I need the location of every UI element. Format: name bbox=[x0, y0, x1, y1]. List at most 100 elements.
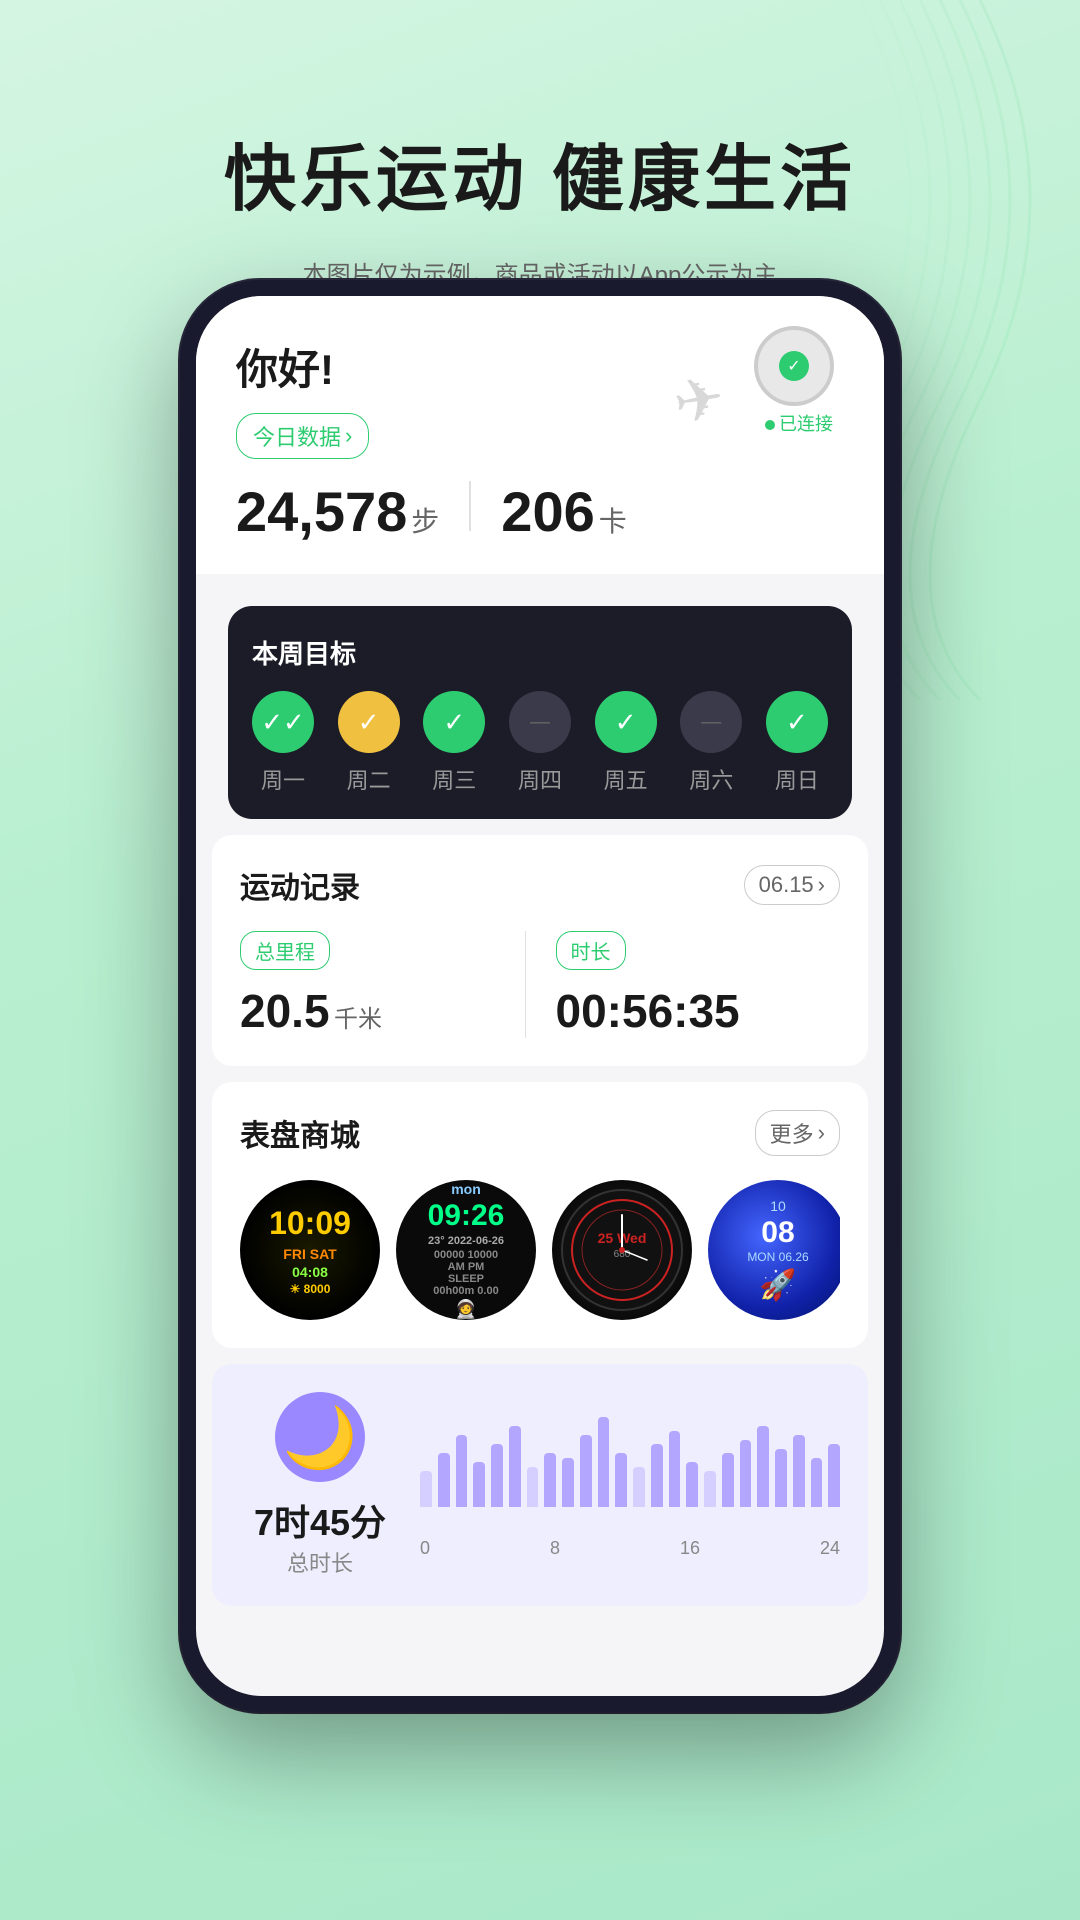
x-label-16: 16 bbox=[680, 1538, 700, 1559]
watch-face-1[interactable]: 10:09 FRI SAT 04:08 ☀ 8000 bbox=[240, 1180, 380, 1320]
day-circle-wed: ✓ bbox=[423, 691, 485, 753]
sleep-hours: 7 bbox=[254, 1502, 274, 1543]
sleep-x-labels: 0 8 16 24 bbox=[420, 1538, 840, 1559]
sleep-bar-4 bbox=[491, 1444, 503, 1507]
day-item-thu: — 周四 bbox=[509, 691, 571, 795]
sleep-bar-17 bbox=[722, 1453, 734, 1507]
sleep-bar-9 bbox=[580, 1435, 592, 1507]
watch-face-3-content: 25 Wed 680 bbox=[552, 1180, 692, 1320]
duration-tag: 时长 bbox=[556, 931, 626, 970]
store-header: 表盘商城 更多 › bbox=[240, 1110, 840, 1156]
sleep-bar-10 bbox=[598, 1417, 610, 1507]
steps-count: 24,578 bbox=[236, 479, 407, 544]
screen-content: 你好! ✈ ✓ 已连接 bbox=[196, 296, 884, 1606]
duration-stat: 时长 00:56:35 bbox=[526, 931, 841, 1038]
sleep-bar-21 bbox=[793, 1435, 805, 1507]
stats-row: 24,578 步 206 卡 bbox=[236, 479, 844, 544]
day-item-mon: ✓ 周一 bbox=[252, 691, 314, 795]
sleep-bar-14 bbox=[669, 1431, 681, 1508]
today-btn-label: 今日数据 bbox=[253, 420, 341, 452]
x-label-0: 0 bbox=[420, 1538, 430, 1559]
sleep-bar-23 bbox=[828, 1444, 840, 1507]
distance-unit: 千米 bbox=[334, 1006, 382, 1033]
calories-stat: 206 卡 bbox=[501, 479, 626, 544]
connected-label: 已连接 bbox=[754, 410, 844, 436]
days-row: ✓ 周一 ✓ 周二 bbox=[252, 691, 828, 795]
sleep-bar-15 bbox=[686, 1462, 698, 1507]
day-circle-mon: ✓ bbox=[252, 691, 314, 753]
weekly-title: 本周目标 bbox=[252, 634, 828, 671]
more-button[interactable]: 更多 › bbox=[755, 1110, 840, 1156]
check-sun: ✓ bbox=[786, 707, 808, 738]
check-wed: ✓ bbox=[443, 707, 465, 738]
date-chevron-icon: › bbox=[818, 872, 825, 898]
day-item-fri: ✓ 周五 bbox=[595, 691, 657, 795]
sleep-bar-22 bbox=[811, 1458, 823, 1508]
watch-face-4-content: 10 08 MON 06.26 🚀 bbox=[708, 1180, 840, 1320]
top-section: 你好! ✈ ✓ 已连接 bbox=[196, 296, 884, 574]
today-data-button[interactable]: 今日数据 › bbox=[236, 413, 369, 459]
day-label-sun: 周日 bbox=[775, 763, 819, 795]
x-label-8: 8 bbox=[550, 1538, 560, 1559]
greeting-text: 你好! bbox=[236, 346, 334, 393]
date-button[interactable]: 06.15 › bbox=[744, 865, 840, 905]
sleep-chart bbox=[420, 1411, 840, 1531]
day-item-sat: — 周六 bbox=[680, 691, 742, 795]
sleep-duration: 7时45分 bbox=[254, 1494, 386, 1546]
check-mon: ✓ bbox=[261, 707, 305, 738]
duration-value: 00:56:35 bbox=[556, 985, 740, 1037]
day-label-wed: 周三 bbox=[432, 763, 476, 795]
phone-screen: 你好! ✈ ✓ 已连接 bbox=[196, 296, 884, 1696]
sleep-card: 🌙 7时45分 总时长 0 8 16 bbox=[212, 1364, 868, 1606]
watch-face-2[interactable]: mon 09:26 23° 2022-06-26 00000 10000 AM … bbox=[396, 1180, 536, 1320]
sleep-bar-3 bbox=[473, 1462, 485, 1507]
distance-value: 20.5 bbox=[240, 985, 330, 1037]
sleep-bar-12 bbox=[633, 1467, 645, 1508]
day-label-mon: 周一 bbox=[261, 763, 305, 795]
sleep-bar-5 bbox=[509, 1426, 521, 1507]
distance-value-row: 20.5 千米 bbox=[240, 984, 505, 1038]
steps-unit: 步 bbox=[411, 500, 439, 540]
calories-count: 206 bbox=[501, 479, 594, 544]
day-label-fri: 周五 bbox=[604, 763, 648, 795]
day-item-wed: ✓ 周三 bbox=[423, 691, 485, 795]
chevron-icon: › bbox=[345, 423, 352, 449]
store-title: 表盘商城 bbox=[240, 1111, 360, 1155]
watch-face-2-content: mon 09:26 23° 2022-06-26 00000 10000 AM … bbox=[396, 1180, 536, 1320]
sleep-hours-unit: 时 bbox=[274, 1502, 310, 1543]
phone-frame: 你好! ✈ ✓ 已连接 bbox=[180, 280, 900, 1712]
exercise-stats: 总里程 20.5 千米 时长 00:56:35 bbox=[240, 931, 840, 1038]
day-label-tue: 周二 bbox=[347, 763, 391, 795]
minus-sat: — bbox=[701, 711, 721, 734]
sleep-minutes-unit: 分 bbox=[350, 1502, 386, 1543]
calories-unit: 卡 bbox=[599, 500, 627, 540]
sleep-bar-6 bbox=[527, 1467, 539, 1508]
day-label-sat: 周六 bbox=[689, 763, 733, 795]
day-circle-sun: ✓ bbox=[766, 691, 828, 753]
watch-store-card: 表盘商城 更多 › 10:09 FRI SAT 04:08 bbox=[212, 1082, 868, 1348]
distance-tag: 总里程 bbox=[240, 931, 330, 970]
sleep-bar-16 bbox=[704, 1471, 716, 1507]
watch-face-3[interactable]: 25 Wed 680 bbox=[552, 1180, 692, 1320]
steps-stat: 24,578 步 bbox=[236, 479, 439, 544]
distance-stat: 总里程 20.5 千米 bbox=[240, 931, 525, 1038]
sleep-left: 🌙 7时45分 总时长 bbox=[240, 1392, 400, 1578]
weekly-section-wrapper: 本周目标 ✓ 周一 bbox=[196, 574, 884, 819]
sleep-bar-18 bbox=[740, 1440, 752, 1508]
exercise-title: 运动记录 bbox=[240, 863, 360, 907]
check-fri: ✓ bbox=[615, 707, 637, 738]
day-circle-tue: ✓ bbox=[338, 691, 400, 753]
x-label-24: 24 bbox=[820, 1538, 840, 1559]
more-chevron-icon: › bbox=[818, 1120, 825, 1146]
exercise-record-card: 运动记录 06.15 › 总里程 20.5 千米 bbox=[212, 835, 868, 1066]
minus-thu: — bbox=[530, 711, 550, 734]
exercise-header: 运动记录 06.15 › bbox=[240, 863, 840, 907]
watch-face-4[interactable]: 10 08 MON 06.26 🚀 bbox=[708, 1180, 840, 1320]
sleep-bar-0 bbox=[420, 1471, 432, 1507]
phone-mockup: 你好! ✈ ✓ 已连接 bbox=[180, 280, 900, 1712]
watch-faces-row: 10:09 FRI SAT 04:08 ☀ 8000 mon 09:26 bbox=[240, 1180, 840, 1320]
weekly-goals-card: 本周目标 ✓ 周一 bbox=[228, 606, 852, 819]
day-circle-thu: — bbox=[509, 691, 571, 753]
more-label: 更多 bbox=[770, 1117, 814, 1149]
sleep-bar-11 bbox=[615, 1453, 627, 1507]
